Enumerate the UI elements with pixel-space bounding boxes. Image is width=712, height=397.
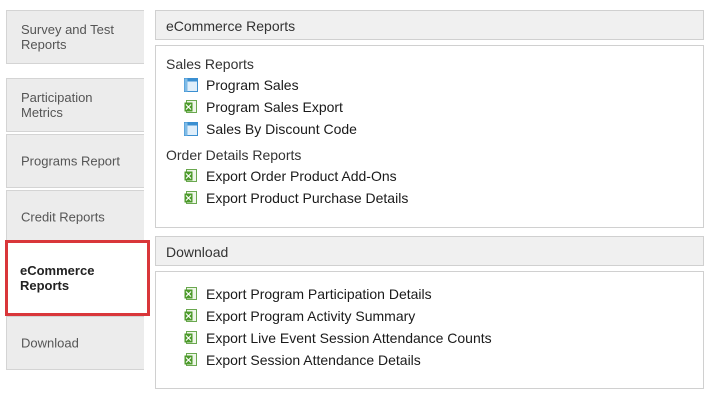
link-label: Export Live Event Session Attendance Cou… (206, 330, 492, 346)
sales-reports-title: Sales Reports (166, 56, 254, 72)
tab-label: Survey and Test Reports (21, 22, 114, 52)
spreadsheet-export-icon (184, 191, 198, 205)
tab-label: Download (21, 335, 79, 351)
spreadsheet-export-icon (184, 309, 198, 323)
link-label: Program Sales (206, 77, 299, 93)
order-details-reports-title: Order Details Reports (166, 147, 302, 163)
tab-label: Programs Report (21, 153, 120, 169)
tab-label: Credit Reports (21, 209, 105, 225)
link-label: Sales By Discount Code (206, 121, 357, 137)
link-label: Export Program Activity Summary (206, 308, 416, 324)
tab-survey-and-test-reports[interactable]: Survey and Test Reports (6, 10, 144, 64)
export-order-product-add-ons-link[interactable]: Export Order Product Add-Ons (184, 167, 397, 185)
spreadsheet-export-icon (184, 169, 198, 183)
tab-programs-report[interactable]: Programs Report (6, 134, 144, 188)
ecommerce-reports-panel: Sales Reports Program Sales Program Sale… (155, 45, 704, 228)
tab-participation-metrics[interactable]: Participation Metrics (6, 78, 144, 132)
export-live-event-session-attendance-counts-link[interactable]: Export Live Event Session Attendance Cou… (184, 329, 492, 347)
report-grid-icon (184, 122, 198, 136)
export-program-activity-summary-link[interactable]: Export Program Activity Summary (184, 307, 415, 325)
link-label: Program Sales Export (206, 99, 343, 115)
panel-title: Download (166, 244, 229, 260)
link-label: Export Order Product Add-Ons (206, 168, 397, 184)
report-grid-icon (184, 78, 198, 92)
ecommerce-reports-header: eCommerce Reports (155, 10, 704, 40)
report-category-sidebar: Survey and Test Reports Participation Me… (0, 0, 152, 397)
tab-label: eCommerce Reports (20, 263, 95, 293)
spreadsheet-export-icon (184, 353, 198, 367)
tab-ecommerce-reports[interactable]: eCommerce Reports (5, 240, 150, 316)
tab-credit-reports[interactable]: Credit Reports (6, 190, 144, 244)
link-label: Export Session Attendance Details (206, 352, 421, 368)
tab-download[interactable]: Download (6, 316, 144, 370)
spreadsheet-export-icon (184, 287, 198, 301)
link-label: Export Product Purchase Details (206, 190, 409, 206)
sales-by-discount-code-link[interactable]: Sales By Discount Code (184, 120, 357, 138)
program-sales-link[interactable]: Program Sales (184, 76, 299, 94)
program-sales-export-link[interactable]: Program Sales Export (184, 98, 343, 116)
download-panel: Export Program Participation Details Exp… (155, 271, 704, 389)
spreadsheet-export-icon (184, 100, 198, 114)
download-header: Download (155, 236, 704, 266)
link-label: Export Program Participation Details (206, 286, 432, 302)
export-product-purchase-details-link[interactable]: Export Product Purchase Details (184, 189, 408, 207)
panel-title: eCommerce Reports (166, 18, 296, 34)
spreadsheet-export-icon (184, 331, 198, 345)
export-program-participation-details-link[interactable]: Export Program Participation Details (184, 285, 432, 303)
tab-label: Participation Metrics (21, 90, 93, 120)
export-session-attendance-details-link[interactable]: Export Session Attendance Details (184, 351, 421, 369)
